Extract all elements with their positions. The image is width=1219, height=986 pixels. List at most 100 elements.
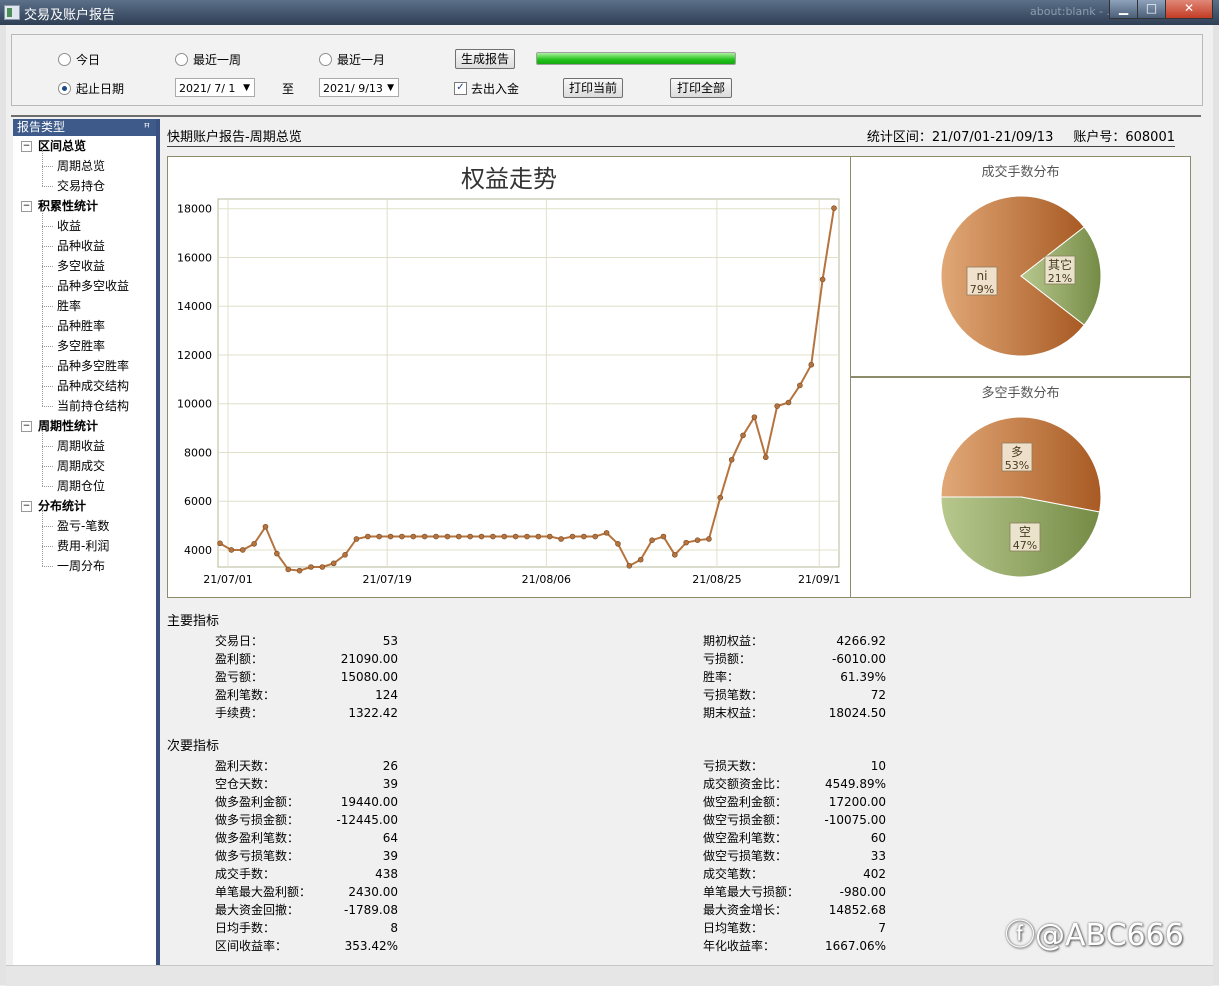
pie-slice-percent: 79% xyxy=(970,283,994,296)
account-number: 账户号：608001 xyxy=(1073,130,1175,145)
app-icon xyxy=(4,5,20,20)
tree-item[interactable]: 多空胜率 xyxy=(13,336,156,356)
metric-label: 交易日： xyxy=(215,634,264,648)
tree-group[interactable]: − 区间总览 xyxy=(13,136,156,156)
metric-value: 60 xyxy=(870,831,886,845)
close-button[interactable]: ✕ xyxy=(1165,0,1213,19)
tree-item[interactable]: 多空收益 xyxy=(13,256,156,276)
radio-last-week[interactable]: 最近一周 xyxy=(175,51,241,68)
data-point xyxy=(740,432,746,439)
tree-item[interactable]: 周期总览 xyxy=(13,156,156,176)
metric-label: 年化收益率： xyxy=(703,939,776,953)
tree-item[interactable]: 胜率 xyxy=(13,296,156,316)
date-from-picker[interactable]: 2021/ 7/ 1 ▼ xyxy=(175,78,255,97)
tree-group[interactable]: − 分布统计 xyxy=(13,496,156,516)
metric-row: 单笔最大亏损额： -980.00 xyxy=(703,883,886,901)
tree-item[interactable]: 品种多空胜率 xyxy=(13,356,156,376)
data-point xyxy=(535,533,542,540)
metric-row: 成交手数： 438 xyxy=(215,865,398,883)
tree-item[interactable]: 费用-利润 xyxy=(13,536,156,556)
tree-item[interactable]: 收益 xyxy=(13,216,156,236)
metric-label: 手续费： xyxy=(215,706,264,720)
chart-title: 权益走势 xyxy=(461,165,557,193)
tree-item[interactable]: 品种成交结构 xyxy=(13,376,156,396)
report-toolbar: 今日 最近一周 最近一月 起止日期 2021/ 7/ 1 ▼ 至 2021/ 9/… xyxy=(11,34,1203,106)
data-point xyxy=(421,533,428,540)
y-tick-label: 10000 xyxy=(177,398,212,411)
data-point xyxy=(717,494,724,501)
window-frame-left xyxy=(0,25,6,985)
collapse-icon[interactable]: − xyxy=(21,501,32,512)
data-point xyxy=(319,564,326,570)
metric-value: -12445.00 xyxy=(336,813,398,827)
metric-value: 17200.00 xyxy=(828,795,886,809)
metric-value: 61.39% xyxy=(840,670,886,684)
data-point xyxy=(274,550,280,557)
radio-label: 最近一周 xyxy=(193,53,242,67)
data-point xyxy=(455,533,462,540)
radio-last-month[interactable]: 最近一月 xyxy=(319,51,385,68)
radio-label: 今日 xyxy=(76,53,101,67)
main-metrics-title: 主要指标 xyxy=(167,614,220,629)
minimize-button[interactable]: ▁ xyxy=(1109,0,1138,19)
tree-item[interactable]: 周期成交 xyxy=(13,456,156,476)
maximize-button[interactable]: □ xyxy=(1137,0,1166,19)
tree-item[interactable]: 周期收益 xyxy=(13,436,156,456)
print-current-button[interactable]: 打印当前 xyxy=(563,78,623,98)
tree-item[interactable]: 品种收益 xyxy=(13,236,156,256)
data-point xyxy=(581,533,587,540)
tree-connector xyxy=(42,210,43,406)
metric-value: 39 xyxy=(382,777,398,791)
metric-value: 14852.68 xyxy=(828,903,886,917)
metric-value: -980.00 xyxy=(839,885,886,899)
collapse-icon[interactable]: − xyxy=(21,201,32,212)
radio-today[interactable]: 今日 xyxy=(58,51,100,68)
metric-row: 做空亏损笔数： 33 xyxy=(703,847,886,865)
tree-item[interactable]: 交易持仓 xyxy=(13,176,156,196)
tree-item[interactable]: 品种多空收益 xyxy=(13,276,156,296)
metric-row: 期末权益： 18024.50 xyxy=(703,704,886,722)
radio-date-range[interactable]: 起止日期 xyxy=(58,80,124,97)
collapse-icon[interactable]: − xyxy=(21,421,32,432)
data-point xyxy=(239,547,246,553)
tree-item[interactable]: 一周分布 xyxy=(13,556,156,576)
date-to-picker[interactable]: 2021/ 9/13 ▼ xyxy=(319,78,399,97)
metric-row: 最大资金增长： 14852.68 xyxy=(703,901,886,919)
y-tick-label: 18000 xyxy=(177,203,212,216)
generate-report-button[interactable]: 生成报告 xyxy=(455,49,515,69)
tree-item[interactable]: 当前持仓结构 xyxy=(13,396,156,416)
metric-value: 4549.89% xyxy=(824,777,886,791)
tree-group-label: 分布统计 xyxy=(38,499,87,513)
metric-row: 单笔最大盈利额： 2430.00 xyxy=(215,883,398,901)
dropdown-arrow-icon: ▼ xyxy=(387,83,394,93)
tree-group[interactable]: − 周期性统计 xyxy=(13,416,156,436)
metric-label: 最大资金增长： xyxy=(703,903,788,917)
tree-group-label: 积累性统计 xyxy=(38,199,99,213)
tree-group[interactable]: − 积累性统计 xyxy=(13,196,156,216)
pin-icon[interactable]: ꟸ xyxy=(144,119,150,136)
metric-label: 做空盈利笔数： xyxy=(703,831,788,845)
metric-row: 做空亏损金额： -10075.00 xyxy=(703,811,886,829)
tree-item[interactable]: 周期仓位 xyxy=(13,476,156,496)
sidebar-header: 报告类型 ꟸ xyxy=(13,119,156,136)
tree-item[interactable]: 品种胜率 xyxy=(13,316,156,336)
exclude-deposit-checkbox[interactable]: ✓ 去出入金 xyxy=(454,80,519,97)
metric-value: 64 xyxy=(382,831,398,845)
metric-row: 成交笔数： 402 xyxy=(703,865,886,883)
print-all-button[interactable]: 打印全部 xyxy=(670,78,732,98)
y-tick-label: 16000 xyxy=(177,251,212,264)
collapse-icon[interactable]: − xyxy=(21,141,32,152)
metric-label: 亏损天数： xyxy=(703,759,764,773)
metric-value: 26 xyxy=(382,759,398,773)
metric-label: 日均笔数： xyxy=(703,921,764,935)
data-point xyxy=(626,562,633,569)
metric-value: -1789.08 xyxy=(344,903,398,917)
background-window-text: about:blank - ... xyxy=(1030,5,1118,18)
report-meta: 统计区间：21/07/01-21/09/13 账户号：608001 xyxy=(867,126,1175,145)
metric-label: 做多亏损金额： xyxy=(215,813,300,827)
window-titlebar[interactable]: 交易及账户报告 about:blank - ... ▁ □ ✕ xyxy=(0,0,1219,25)
x-tick-label: 21/08/25 xyxy=(692,573,741,586)
y-tick-label: 4000 xyxy=(184,544,212,557)
tree-item[interactable]: 盈亏-笔数 xyxy=(13,516,156,536)
metric-row: 亏损额： -6010.00 xyxy=(703,650,886,668)
